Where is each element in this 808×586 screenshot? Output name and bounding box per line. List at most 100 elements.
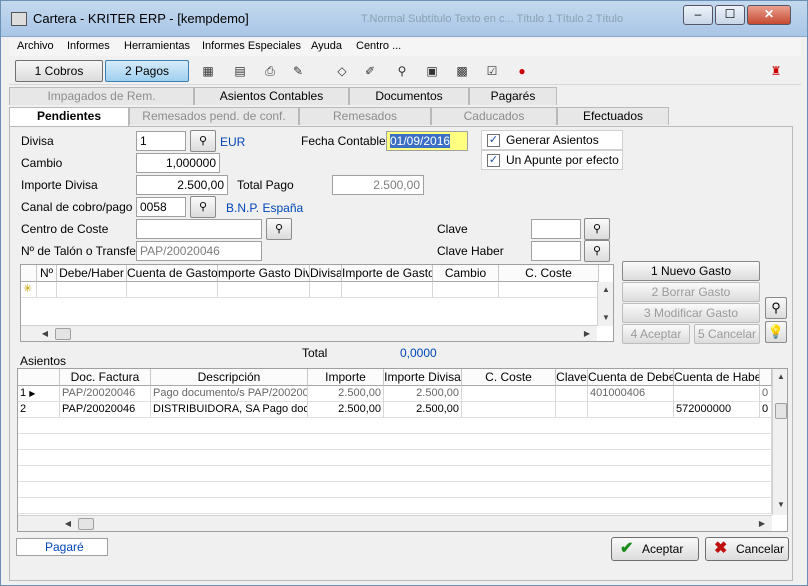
eraser-icon[interactable]: ◇ [335,64,349,78]
col-header[interactable]: C. Coste [462,369,556,386]
cambio-input[interactable]: 1,000000 [136,153,220,173]
maximize-button[interactable]: ☐ [715,5,745,25]
canal-lookup-icon[interactable]: ⚲ [190,196,216,218]
col-header[interactable]: Divisa [310,265,342,282]
scroll-down-icon[interactable]: ▼ [773,497,787,513]
cancelar-button[interactable]: ✖ Cancelar [705,537,789,561]
clave-input[interactable] [531,219,581,239]
table-cell[interactable]: Pago documento/s PAP/2002004 [151,386,308,402]
scroll-down-icon[interactable]: ▼ [598,310,613,326]
col-header[interactable]: Cuenta de Debe [588,369,674,386]
talon-input[interactable]: PAP/20020046 [136,241,262,261]
table-cell[interactable] [57,282,127,298]
tab-asientos-contables[interactable]: Asientos Contables [194,87,349,105]
aceptar-button[interactable]: ✔ Aceptar [611,537,699,561]
table-cell[interactable] [310,282,342,298]
col-header[interactable]: Cambio [433,265,499,282]
checklist-icon[interactable]: ☑ [485,64,499,78]
table-cell[interactable] [218,282,310,298]
tab-efectuados[interactable]: Efectuados [557,107,669,125]
menu-ayuda[interactable]: Ayuda [311,40,342,52]
col-header[interactable]: Importe Divisa [384,369,462,386]
table-cell[interactable]: 401000406 [588,386,674,402]
scroll-right-icon[interactable]: ▶ [754,516,770,531]
tab-documentos[interactable]: Documentos [349,87,469,105]
table-cell[interactable]: 0 [760,386,772,402]
table-cell[interactable]: 2.500,00 [308,386,384,402]
borrar-gasto-button[interactable]: 2 Borrar Gasto [622,282,760,302]
table-cell[interactable]: 572000000 [674,402,760,418]
scroll-thumb[interactable] [55,328,71,340]
tab-remesados[interactable]: Remesados [299,107,431,125]
tab-pagares[interactable]: Pagarés [469,87,557,105]
tab-pendientes[interactable]: Pendientes [9,107,129,127]
form-icon[interactable]: ▣ [425,64,439,78]
table-cell[interactable] [127,282,218,298]
table-cell[interactable] [674,386,760,402]
table-cell[interactable] [462,386,556,402]
gastos-hscrollbar[interactable]: ◀ ▶ [21,325,597,341]
table-cell[interactable] [499,282,599,298]
asientos-hscrollbar[interactable]: ◀ ▶ [18,515,772,531]
fecha-contable-input[interactable]: 01/09/2016 [386,131,468,151]
table-cell[interactable]: 0 [760,402,772,418]
menu-centro[interactable]: Centro ... [356,40,401,52]
close-button[interactable]: ✕ [747,5,791,25]
col-header[interactable]: Cuenta de Gastos [127,265,218,282]
table-cell[interactable]: PAP/20020046 [60,402,151,418]
col-header[interactable]: Debe/Haber [57,265,127,282]
asientos-vscrollbar[interactable]: ▲ ▼ [772,369,787,515]
total-pago-input[interactable]: 2.500,00 [332,175,424,195]
table-cell[interactable]: DISTRIBUIDORA, SA Pago docu [151,402,308,418]
safe-icon[interactable]: ▩ [455,64,469,78]
exit-icon[interactable]: ♜ [769,64,783,78]
pagos-button[interactable]: 2 Pagos [105,60,189,82]
scroll-up-icon[interactable]: ▲ [773,369,787,385]
scroll-right-icon[interactable]: ▶ [579,326,595,341]
col-header[interactable] [760,369,772,386]
scroll-thumb[interactable] [78,518,94,530]
divisa-lookup-icon[interactable]: ⚲ [190,130,216,152]
tab-caducados[interactable]: Caducados [431,107,557,125]
nuevo-gasto-button[interactable]: 1 Nuevo Gasto [622,261,760,281]
scroll-thumb[interactable] [775,403,787,419]
table-cell[interactable] [556,386,588,402]
preview-icon[interactable]: ⚲ [765,297,787,319]
table-cell[interactable]: 2.500,00 [384,386,462,402]
divisa-input[interactable]: 1 [136,131,186,151]
modificar-gasto-button[interactable]: 3 Modificar Gasto [622,303,760,323]
un-apunte-checkbox[interactable]: ✓ Un Apunte por efecto [481,150,623,170]
table-cell[interactable]: 2.500,00 [308,402,384,418]
menu-informes-especiales[interactable]: Informes Especiales [202,40,301,52]
pin-icon[interactable]: ● [515,64,529,78]
tab-impagados[interactable]: Impagados de Rem. [9,87,194,105]
table-cell[interactable] [433,282,499,298]
printer-icon[interactable]: ⎙ [263,64,277,78]
scroll-up-icon[interactable]: ▲ [598,282,613,298]
binoculars-icon[interactable]: ⚲ [395,64,409,78]
calculator-icon[interactable]: ▤ [233,64,247,78]
clave-haber-input[interactable] [531,241,581,261]
gastos-grid[interactable]: Nº Debe/Haber Cuenta de Gastos mporte Ga… [20,264,614,342]
asientos-grid[interactable]: Doc. Factura Descripción Importe Importe… [17,368,788,532]
cancelar-gasto-button[interactable]: 5 Cancelar [694,324,760,344]
table-cell[interactable]: 2.500,00 [384,402,462,418]
clave-lookup-icon[interactable]: ⚲ [584,218,610,240]
centro-lookup-icon[interactable]: ⚲ [266,218,292,240]
cobros-button[interactable]: 1 Cobros [15,60,103,82]
col-header[interactable]: Clave [556,369,588,386]
col-header[interactable]: Importe de Gastos [342,265,433,282]
col-header[interactable]: Nº [37,265,57,282]
table-cell[interactable] [462,402,556,418]
centro-coste-input[interactable] [136,219,262,239]
scroll-left-icon[interactable]: ◀ [37,326,53,341]
table-row[interactable]: 1 ▶ [18,386,60,402]
table-cell[interactable] [37,282,57,298]
table-cell[interactable] [556,402,588,418]
tab-remesados-pend[interactable]: Remesados pend. de conf. [129,107,299,125]
aceptar-gasto-button[interactable]: 4 Aceptar [622,324,690,344]
col-header[interactable]: C. Coste [499,265,599,282]
grid-icon[interactable]: ▦ [201,64,215,78]
scroll-left-icon[interactable]: ◀ [60,516,76,531]
importe-divisa-input[interactable]: 2.500,00 [136,175,228,195]
